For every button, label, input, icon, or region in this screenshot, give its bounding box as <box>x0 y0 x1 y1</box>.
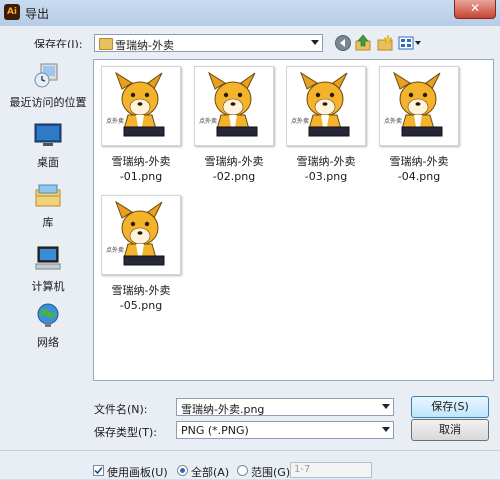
file-item[interactable]: 点外卖 雪瑞纳-外卖 -01.png <box>98 66 184 184</box>
desktop-icon <box>34 123 62 146</box>
svg-text:点外卖: 点外卖 <box>384 117 402 125</box>
dialog-title: 导出 <box>25 7 50 21</box>
view-menu-icon[interactable] <box>398 34 422 52</box>
file-item[interactable]: 点外卖 雪瑞纳-外卖 -04.png <box>376 66 462 184</box>
file-name: 雪瑞纳-外卖 -04.png <box>389 155 449 183</box>
place-libraries[interactable]: 库 <box>5 182 91 230</box>
checkmark-icon <box>94 466 103 475</box>
save-in-dropdown[interactable]: 雪瑞纳-外卖 <box>94 34 323 52</box>
range-input[interactable]: 1-7 <box>290 462 372 478</box>
export-dialog: Ai 导出 ✕ 保存在(I): 雪瑞纳-外卖 最近访问的位置 桌面 库 计算机 … <box>0 0 500 479</box>
cancel-button[interactable]: 取消 <box>411 419 489 441</box>
place-label: 最近访问的位置 <box>9 96 87 109</box>
place-label: 网络 <box>37 336 59 349</box>
filename-value: 雪瑞纳-外卖.png <box>181 403 265 416</box>
up-folder-icon[interactable] <box>354 34 372 52</box>
chevron-down-icon <box>382 427 390 432</box>
place-computer[interactable]: 计算机 <box>5 246 91 294</box>
file-thumbnail: 点外卖 <box>194 66 274 146</box>
close-button[interactable]: ✕ <box>454 0 496 19</box>
filetype-label: 保存类型(T): <box>94 426 158 439</box>
file-name: 雪瑞纳-外卖 -01.png <box>111 155 171 183</box>
dog-mascot-thumbnail: 点外卖 <box>291 71 350 137</box>
file-thumbnail: 点外卖 <box>101 66 181 146</box>
filetype-dropdown[interactable]: PNG (*.PNG) <box>176 421 394 439</box>
title-bar: Ai 导出 ✕ <box>0 0 500 27</box>
svg-text:点外卖: 点外卖 <box>291 117 309 125</box>
use-artboards-checkbox[interactable] <box>93 465 104 476</box>
svg-text:点外卖: 点外卖 <box>106 246 124 254</box>
file-item[interactable]: 点外卖 雪瑞纳-外卖 -05.png <box>98 195 184 313</box>
svg-text:点外卖: 点外卖 <box>199 117 217 125</box>
file-thumbnail: 点外卖 <box>379 66 459 146</box>
place-label: 计算机 <box>31 280 65 293</box>
chevron-down-icon[interactable] <box>382 404 390 409</box>
range-radio[interactable] <box>237 465 248 476</box>
dog-mascot-thumbnail: 点外卖 <box>106 71 165 137</box>
save-button[interactable]: 保存(S) <box>411 396 489 418</box>
network-icon <box>37 303 59 327</box>
recent-places-icon <box>34 63 58 88</box>
libraries-icon <box>35 184 61 207</box>
dog-mascot-thumbnail: 点外卖 <box>384 71 443 137</box>
file-name: 雪瑞纳-外卖 -03.png <box>296 155 356 183</box>
dog-mascot-thumbnail: 点外卖 <box>199 71 258 137</box>
file-item[interactable]: 点外卖 雪瑞纳-外卖 -02.png <box>191 66 277 184</box>
filetype-value: PNG (*.PNG) <box>181 424 249 437</box>
place-network[interactable]: 网络 <box>5 302 91 350</box>
file-name: 雪瑞纳-外卖 -05.png <box>111 284 171 312</box>
file-thumbnail: 点外卖 <box>101 195 181 275</box>
file-list[interactable]: 点外卖 雪瑞纳-外卖 -01.png 点外卖 雪瑞纳-外卖 -02.png 点外… <box>93 59 494 381</box>
all-label: 全部(A) <box>191 466 230 479</box>
place-recent[interactable]: 最近访问的位置 <box>5 62 91 110</box>
svg-text:点外卖: 点外卖 <box>106 117 124 125</box>
use-artboards-label: 使用画板(U) <box>107 466 168 479</box>
dog-mascot-thumbnail: 点外卖 <box>106 200 165 266</box>
all-radio[interactable] <box>177 465 188 476</box>
filename-label: 文件名(N): <box>94 403 148 416</box>
place-label: 库 <box>42 216 54 229</box>
illustrator-app-icon: Ai <box>4 4 20 20</box>
folder-icon <box>99 38 113 50</box>
divider <box>0 450 500 451</box>
file-item[interactable]: 点外卖 雪瑞纳-外卖 -03.png <box>283 66 369 184</box>
new-folder-icon[interactable] <box>376 34 394 52</box>
place-desktop[interactable]: 桌面 <box>5 122 91 170</box>
file-thumbnail: 点外卖 <box>286 66 366 146</box>
back-icon[interactable] <box>334 34 352 52</box>
range-label: 范围(G) <box>251 466 291 479</box>
places-bar: 最近访问的位置 桌面 库 计算机 网络 <box>5 48 91 388</box>
dialog-body: 保存在(I): 雪瑞纳-外卖 最近访问的位置 桌面 库 计算机 网络 点外卖 雪… <box>0 26 500 479</box>
place-label: 桌面 <box>37 156 59 169</box>
chevron-down-icon <box>311 40 319 45</box>
filename-input[interactable]: 雪瑞纳-外卖.png <box>176 398 394 416</box>
current-folder: 雪瑞纳-外卖 <box>115 39 174 52</box>
computer-icon <box>35 246 61 270</box>
file-name: 雪瑞纳-外卖 -02.png <box>204 155 264 183</box>
